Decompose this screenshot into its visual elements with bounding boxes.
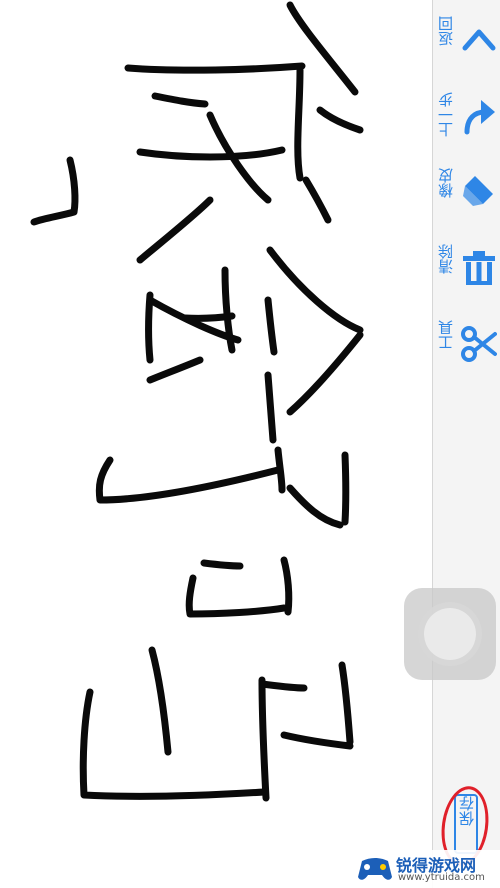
- stroke: [145, 291, 154, 364]
- stroke: [181, 312, 236, 322]
- trash-icon: [463, 251, 495, 285]
- stroke: [258, 680, 308, 692]
- side-toolbar: 返回 上一步 橡皮 清除 工具 保存: [432, 0, 500, 888]
- undo-icon: [464, 100, 495, 135]
- stroke: [185, 574, 288, 618]
- stroke: [338, 661, 354, 746]
- tools-button[interactable]: 工具: [433, 314, 500, 384]
- back-button[interactable]: 返回: [433, 10, 500, 80]
- stroke: [136, 196, 214, 264]
- stroke: [151, 92, 209, 108]
- stroke: [302, 176, 332, 224]
- drawing-app: 返回 上一步 橡皮 清除 工具 保存 锐得游戏网 www.ytruida.com: [0, 0, 500, 888]
- drawing-canvas[interactable]: [0, 0, 432, 888]
- stroke: [294, 66, 304, 182]
- stroke: [258, 676, 270, 802]
- stroke: [316, 106, 364, 134]
- stroke: [280, 731, 354, 750]
- stroke: [286, 331, 364, 416]
- chevron-up-icon: [462, 29, 496, 51]
- undo-button[interactable]: 上一步: [433, 86, 500, 156]
- stroke: [30, 156, 79, 226]
- eraser-button[interactable]: 橡皮: [433, 162, 500, 232]
- stroke: [264, 296, 278, 356]
- stroke: [95, 456, 282, 504]
- stroke: [280, 556, 293, 616]
- watermark: 锐得游戏网 www.ytruida.com: [356, 850, 500, 888]
- stroke: [146, 356, 204, 384]
- stroke: [148, 646, 172, 756]
- tools-label: 工具: [437, 320, 455, 350]
- stroke: [79, 688, 268, 800]
- back-label: 返回: [437, 16, 455, 46]
- clear-button[interactable]: 清除: [433, 238, 500, 308]
- stroke: [341, 451, 350, 526]
- stroke: [200, 559, 244, 570]
- undo-label: 上一步: [437, 92, 455, 137]
- stroke: [266, 246, 364, 334]
- assistive-touch-ring: [424, 608, 476, 660]
- stroke: [264, 371, 277, 444]
- watermark-url: www.ytruida.com: [398, 872, 485, 883]
- stroke: [136, 146, 286, 161]
- scissors-icon: [461, 326, 497, 362]
- stroke: [286, 484, 344, 529]
- gamepad-logo-icon: [358, 858, 392, 880]
- eraser-label: 橡皮: [437, 168, 455, 198]
- handwriting-strokes: [30, 1, 364, 802]
- clear-label: 清除: [437, 244, 455, 274]
- assistive-touch-button[interactable]: [404, 588, 496, 680]
- eraser-icon: [463, 176, 493, 206]
- stroke: [124, 62, 306, 74]
